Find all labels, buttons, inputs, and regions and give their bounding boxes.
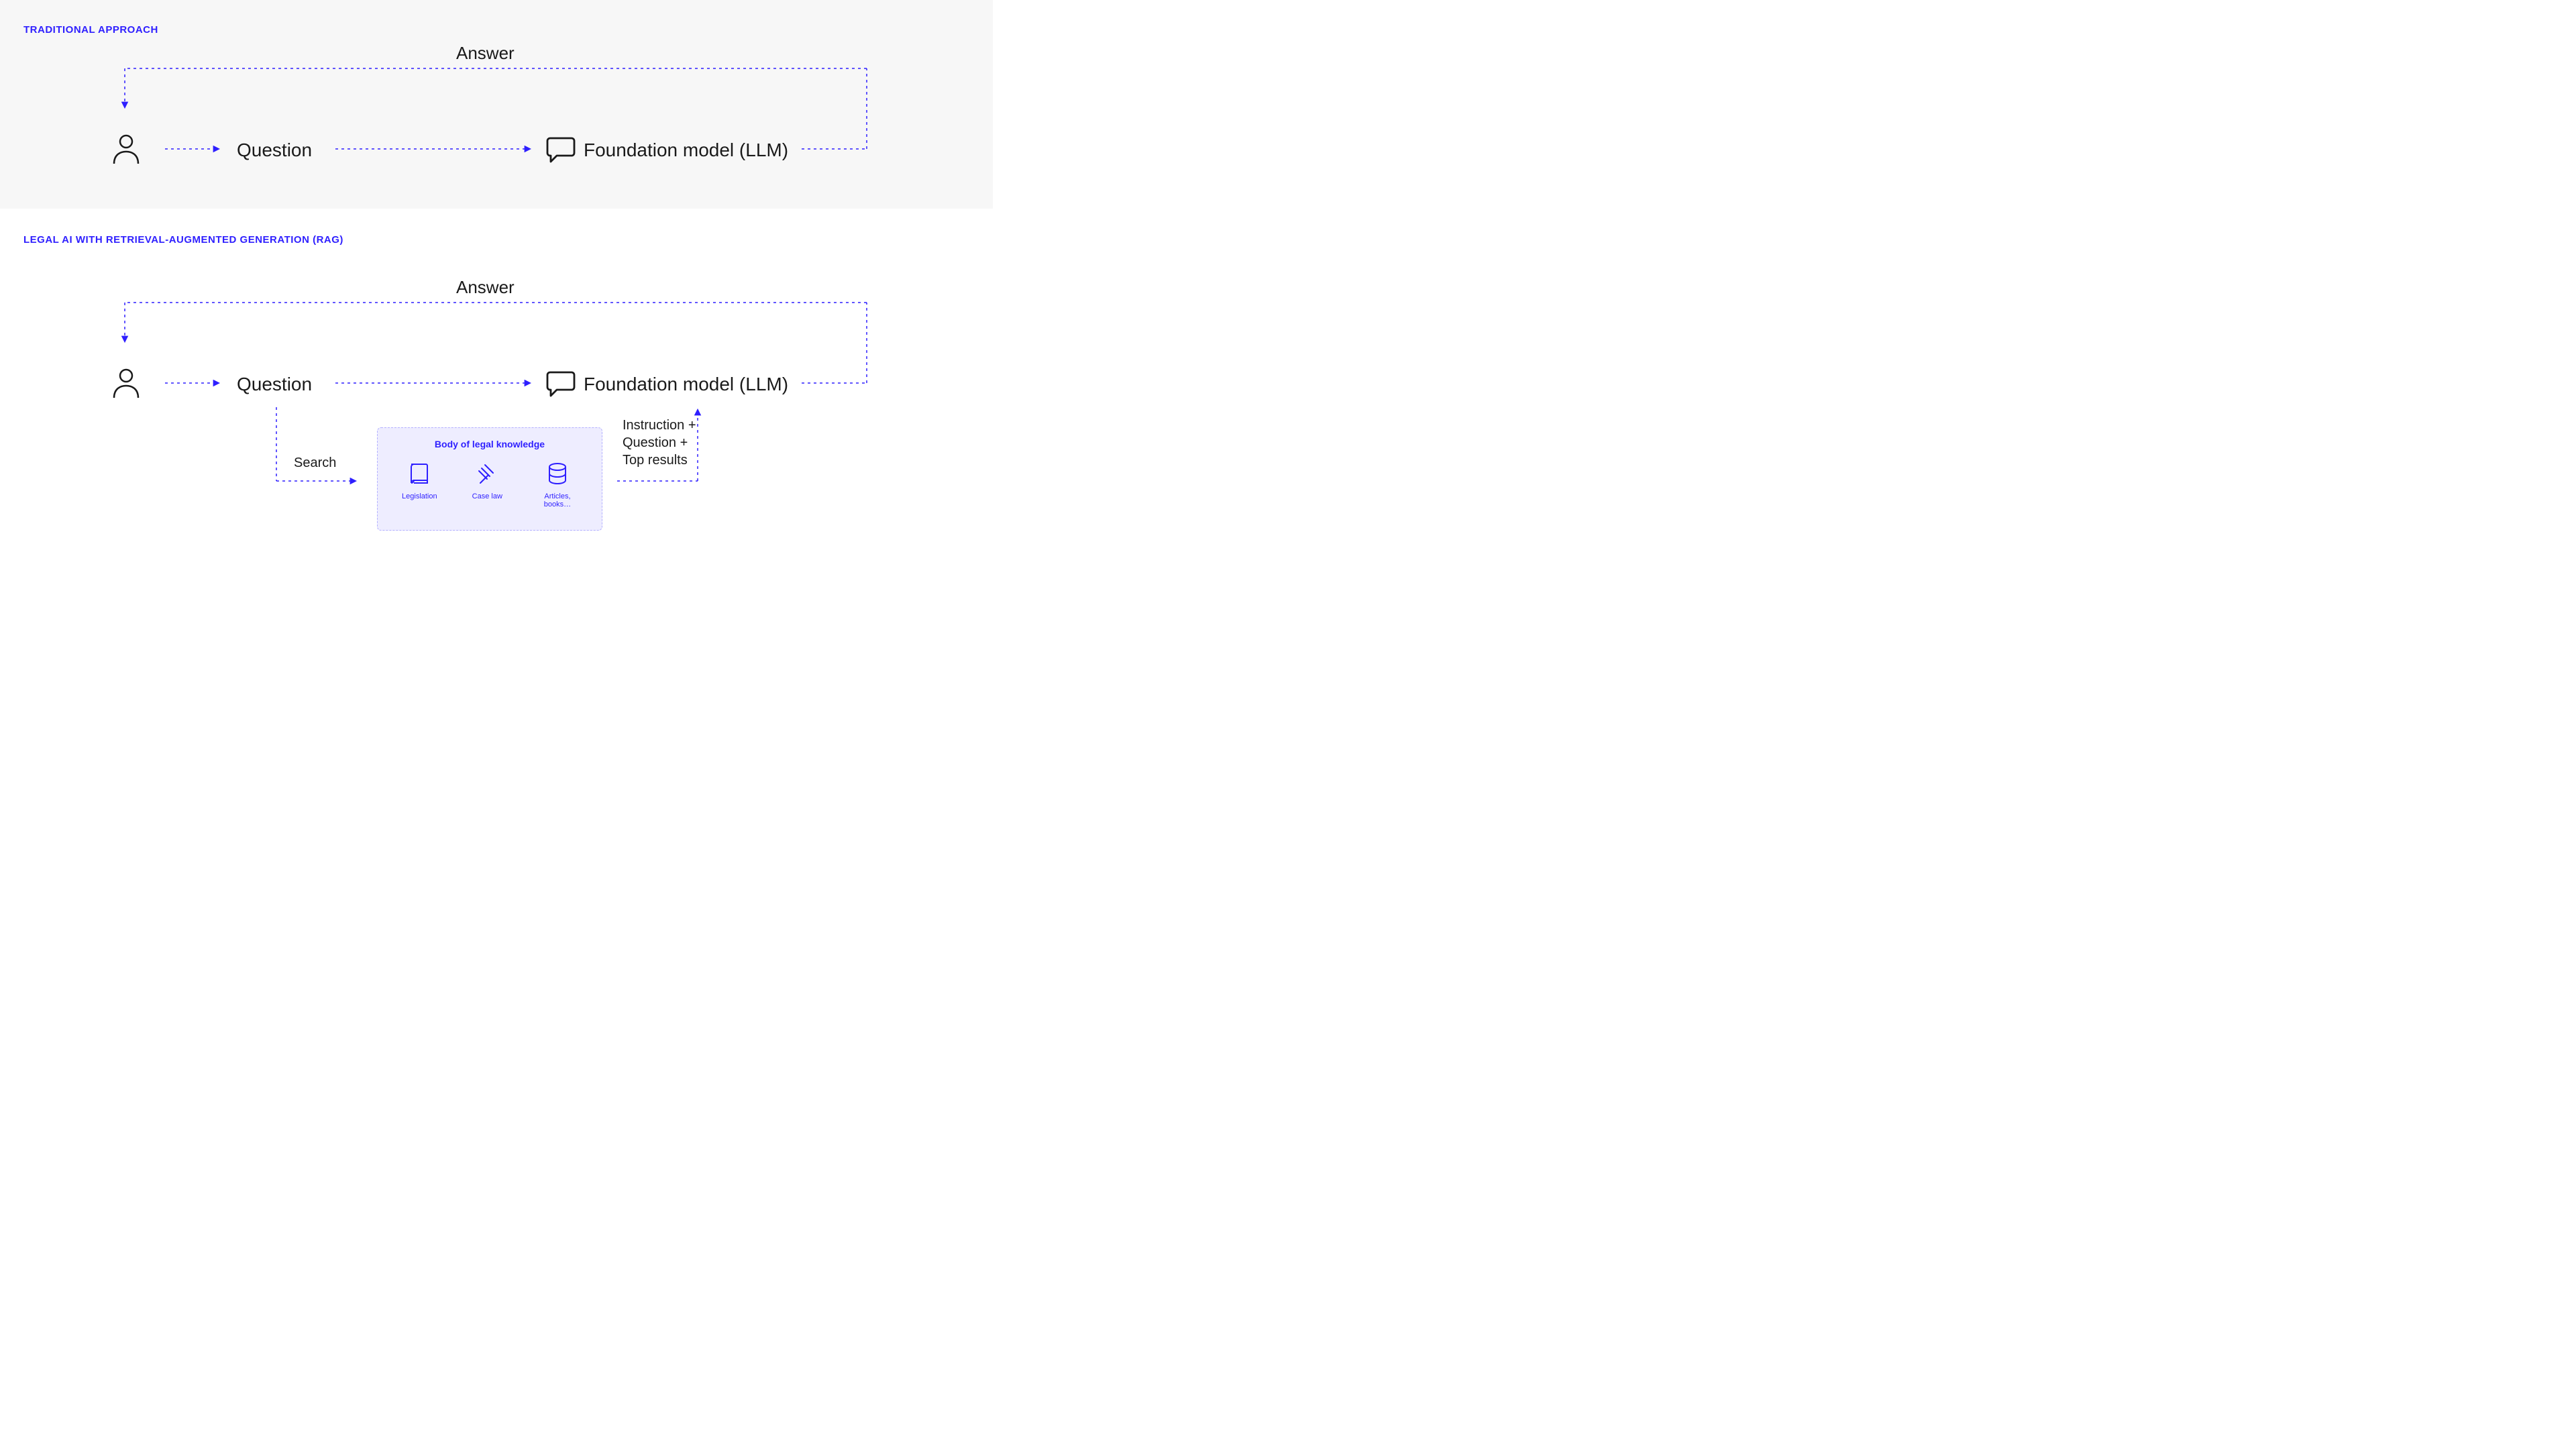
section-title-rag: LEGAL AI WITH RETRIEVAL-AUGMENTED GENERA… [23, 234, 343, 246]
model-label-top: Foundation model (LLM) [584, 140, 788, 161]
kb-item-caselaw: Case law [472, 462, 502, 508]
chat-icon [546, 370, 576, 398]
instruction-label: Instruction + Question + Top results [623, 417, 696, 469]
section-title-traditional: TRADITIONAL APPROACH [23, 24, 158, 36]
search-label: Search [294, 454, 336, 472]
gavel-icon [475, 462, 499, 486]
panel-traditional: TRADITIONAL APPROACH Answer Question Fou… [0, 0, 993, 209]
question-label-bottom: Question [237, 374, 312, 395]
book-icon [407, 462, 431, 486]
knowledge-box-items: Legislation Case law [384, 462, 595, 508]
answer-label-bottom: Answer [456, 277, 515, 298]
user-icon [111, 134, 141, 165]
answer-label-top: Answer [456, 43, 515, 64]
kb-item-articles: Articles, books… [537, 462, 578, 508]
user-icon [111, 368, 141, 399]
knowledge-box-title: Body of legal knowledge [384, 439, 595, 449]
kb-item-label: Case law [472, 492, 502, 500]
kb-item-label: Articles, books… [537, 492, 578, 508]
question-label-top: Question [237, 140, 312, 161]
database-icon [545, 462, 570, 486]
panel-rag: LEGAL AI WITH RETRIEVAL-AUGMENTED GENERA… [0, 209, 993, 555]
knowledge-box: Body of legal knowledge Legislation [377, 427, 602, 531]
kb-item-legislation: Legislation [402, 462, 437, 508]
chat-icon [546, 136, 576, 164]
model-label-bottom: Foundation model (LLM) [584, 374, 788, 395]
kb-item-label: Legislation [402, 492, 437, 500]
